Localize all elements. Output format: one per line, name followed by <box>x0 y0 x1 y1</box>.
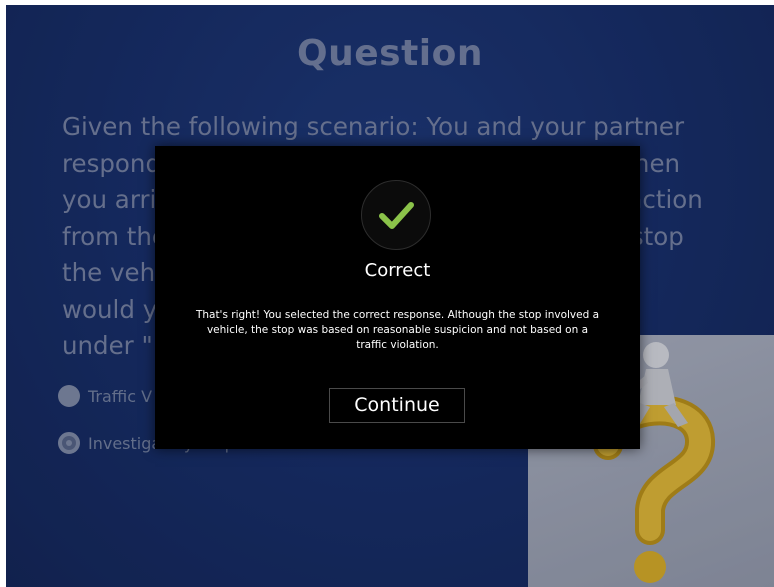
feedback-dialog: Correct That's right! You selected the c… <box>155 146 640 449</box>
checkmark-icon <box>379 202 414 229</box>
feedback-message: That's right! You selected the correct r… <box>195 309 600 351</box>
feedback-title: Correct <box>364 260 431 281</box>
check-badge <box>361 180 431 250</box>
continue-button[interactable]: Continue <box>329 388 465 423</box>
